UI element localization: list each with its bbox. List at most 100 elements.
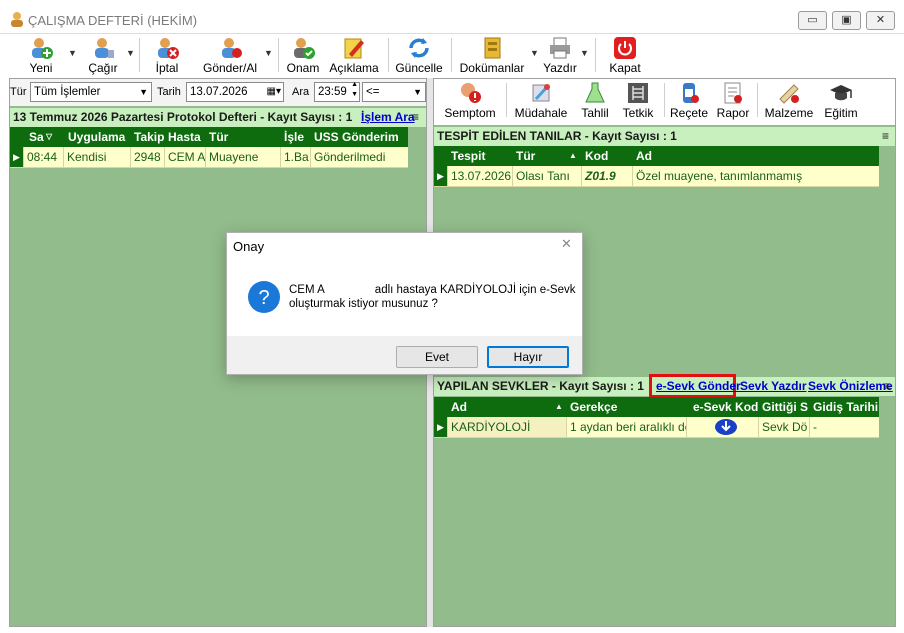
new-button[interactable]: Yeni <box>22 34 60 76</box>
documents-button[interactable]: Dokümanlar <box>457 34 527 76</box>
call-dropdown-icon[interactable]: ▼ <box>126 48 135 58</box>
detail-toolbar: Semptom Müdahale Tahlil Tetkik Reçete Ra… <box>434 79 895 125</box>
user-add-icon <box>32 38 53 59</box>
consent-icon <box>294 38 315 59</box>
calendar-icon[interactable]: ▦▾ <box>267 83 281 101</box>
diagnoses-header: TESPİT EDİLEN TANILAR - Kayıt Sayısı : 1… <box>434 127 895 146</box>
intervention-icon <box>532 84 550 102</box>
referral-preview-link[interactable]: Sevk Önizleme <box>808 377 893 396</box>
col-esevk-code[interactable]: e-Sevk Kod <box>690 397 760 417</box>
symptom-icon <box>461 83 481 103</box>
type-filter-label: Tür <box>10 86 27 98</box>
examination-button[interactable]: Tetkik <box>618 79 658 121</box>
supplies-button[interactable]: Malzeme <box>762 79 816 121</box>
close-window-button[interactable]: ✕ <box>866 11 895 30</box>
row-pointer-icon: ▶ <box>434 166 448 186</box>
graduation-cap-icon <box>830 85 852 101</box>
lab-flask-icon <box>585 82 605 103</box>
report-icon <box>724 82 742 104</box>
col-process[interactable]: İşle <box>281 127 311 147</box>
col-tracking[interactable]: Takip <box>131 127 167 147</box>
window-title: ÇALIŞMA DEFTERİ (HEKİM) <box>28 13 198 28</box>
table-row[interactable]: ▶ KARDİYOLOJİ 1 aydan beri aralıklı de S… <box>434 417 879 438</box>
col-detected[interactable]: Tespit <box>448 146 513 166</box>
col-destination[interactable]: Gittiği S <box>759 397 809 417</box>
protocol-grid-header: Sa ▽ Uygulama Takip Hasta Tür İşle USS G… <box>10 127 408 147</box>
intervention-button[interactable]: Müdahale <box>512 79 570 121</box>
col-uss[interactable]: USS Gönderim <box>311 127 408 147</box>
new-dropdown-icon[interactable]: ▼ <box>68 48 77 58</box>
referrals-header: YAPILAN SEVKLER - Kayıt Sayısı : 1 e-Sev… <box>434 374 895 398</box>
table-row[interactable]: ▶ 13.07.2026 Olası Tanı Z01.9 Özel muaye… <box>434 166 879 187</box>
maximize-icon: ▣ <box>841 14 852 26</box>
consent-button[interactable]: Onam <box>284 34 322 76</box>
type-filter-select[interactable]: Tüm İşlemler ▼ <box>30 82 152 102</box>
prescription-icon <box>683 83 699 103</box>
sort-icon: ▽ <box>46 132 53 141</box>
yes-button[interactable]: Evet <box>396 346 478 368</box>
col-code[interactable]: Kod <box>582 146 633 166</box>
referrals-title: YAPILAN SEVKLER - Kayıt Sayısı : 1 <box>437 379 644 393</box>
training-button[interactable]: Eğitim <box>820 79 862 121</box>
spinner-arrows-icon[interactable]: ▲ ▼ <box>351 80 358 100</box>
chevron-down-icon: ▼ <box>139 87 148 97</box>
table-row[interactable]: ▶ 08:44 Kendisi 2948 CEM A Muayene 1.Ba … <box>10 147 408 168</box>
confirm-dialog: Onay ✕ ? CEM Aadlı hastaya KARDİYOLOJİ i… <box>226 232 583 375</box>
col-departure-date[interactable]: Gidiş Tarihi <box>810 397 879 417</box>
user-cancel-icon <box>158 38 179 59</box>
panel-menu-icon[interactable]: ≡ <box>882 127 889 146</box>
panel-menu-icon[interactable]: ≡ <box>884 377 891 396</box>
date-label: Tarih <box>157 86 181 98</box>
print-dropdown-icon[interactable]: ▼ <box>580 48 589 58</box>
send-receive-dropdown-icon[interactable]: ▼ <box>264 48 273 58</box>
col-name[interactable]: Ad <box>633 146 879 166</box>
main-toolbar: Yeni ▼ Çağır ▼ İptal Gönder/Al ▼ Onam Aç… <box>0 34 904 76</box>
close-button[interactable]: Kapat <box>606 34 644 76</box>
col-reason[interactable]: Gerekçe <box>567 397 685 417</box>
minimize-button[interactable]: ▭ <box>798 11 827 30</box>
close-icon: ✕ <box>875 14 886 26</box>
question-icon: ? <box>248 281 280 313</box>
download-arrow-icon[interactable] <box>714 418 738 436</box>
time-spinner[interactable]: 23:59 ▲ ▼ <box>314 80 360 102</box>
no-button[interactable]: Hayır <box>487 346 569 368</box>
symptom-button[interactable]: Semptom <box>442 79 498 121</box>
power-icon <box>614 37 636 59</box>
description-button[interactable]: Açıklama <box>328 34 380 76</box>
sort-icon: ▲ <box>569 151 577 160</box>
time-label: Ara <box>292 86 310 98</box>
print-button[interactable]: Yazdır <box>542 34 578 76</box>
date-picker[interactable]: 13.07.2026 ▦▾ <box>186 82 284 102</box>
diagnoses-grid-header: Tespit Tür ▲ Kod Ad <box>434 146 879 166</box>
dialog-footer: Evet Hayır <box>227 336 582 374</box>
col-type[interactable]: Tür <box>206 127 282 147</box>
referral-print-link[interactable]: Sevk Yazdır <box>740 377 807 396</box>
svg-text:?: ? <box>258 287 269 309</box>
row-pointer-icon: ▶ <box>434 417 448 437</box>
panel-menu-icon[interactable]: ≡ <box>412 108 419 127</box>
report-button[interactable]: Rapor <box>714 79 752 121</box>
sort-icon: ▲ <box>555 402 563 411</box>
search-action-link[interactable]: İşlem Ara <box>361 108 415 127</box>
documents-dropdown-icon[interactable]: ▼ <box>530 48 539 58</box>
update-button[interactable]: Güncelle <box>394 34 444 76</box>
dialog-message: CEM Aadlı hastaya KARDİYOLOJİ için e-Sev… <box>289 284 576 310</box>
maximize-button[interactable]: ▣ <box>832 11 861 30</box>
col-application[interactable]: Uygulama <box>65 127 132 147</box>
cancel-button[interactable]: İptal <box>148 34 186 76</box>
dialog-close-icon[interactable]: ✕ <box>561 236 572 252</box>
supplies-icon <box>779 84 799 104</box>
filter-bar: Tür Tüm İşlemler ▼ Tarih 13.07.2026 ▦▾ A… <box>10 79 426 106</box>
send-receive-button[interactable]: Gönder/Al <box>200 34 260 76</box>
call-button[interactable]: Çağır <box>84 34 122 76</box>
col-patient[interactable]: Hasta <box>165 127 208 147</box>
prescription-button[interactable]: Reçete <box>668 79 710 121</box>
esevk-send-link[interactable]: e-Sevk Gönder <box>656 377 741 396</box>
col-department[interactable]: Ad <box>448 397 567 417</box>
operator-select[interactable]: <= ▼ <box>362 82 426 102</box>
row-pointer-icon: ▶ <box>10 147 24 167</box>
doctor-app-icon <box>11 12 23 27</box>
referrals-grid-header: Ad ▲ Gerekçe e-Sevk Kod Gittiği S Gidiş … <box>434 397 879 417</box>
lab-button[interactable]: Tahlil <box>576 79 614 121</box>
minimize-icon: ▭ <box>807 14 818 26</box>
